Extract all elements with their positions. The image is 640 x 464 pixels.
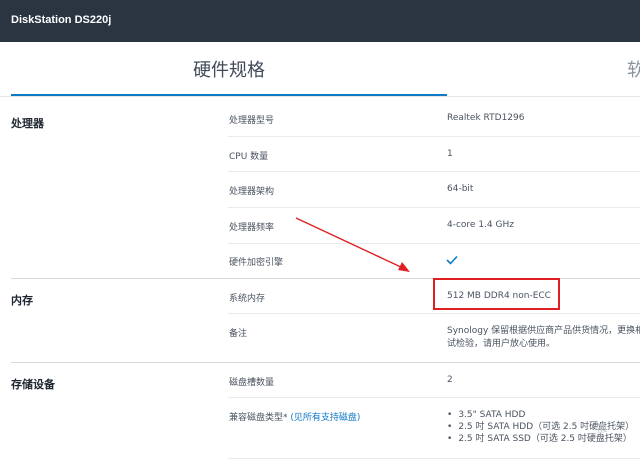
tab-bar: 硬件规格 软	[0, 42, 640, 97]
spec-label-drive-bays: 磁盘槽数量	[229, 378, 275, 388]
spec-value-note: Synology 保留根据供应商产品供货情况，更换相同或 试检验，请用户放心使用…	[447, 325, 640, 351]
row-divider	[228, 458, 640, 459]
section-divider	[11, 362, 640, 363]
annotation-highlight-box	[433, 278, 560, 310]
spec-label-cpu-arch: 处理器架构	[229, 187, 275, 197]
row-divider	[228, 313, 640, 314]
section-title-processor: 处理器	[11, 117, 44, 130]
note-line: Synology 保留根据供应商产品供货情况，更换相同或	[447, 326, 640, 336]
spec-value-cpu-freq: 4-core 1.4 GHz	[447, 220, 514, 230]
check-icon	[446, 255, 458, 265]
row-divider	[228, 136, 640, 137]
compatible-drives-label: 兼容磁盘类型*	[229, 413, 288, 423]
spec-value-cpu-model: Realtek RTD1296	[447, 113, 525, 123]
row-divider	[228, 207, 640, 208]
tab-software-specs[interactable]: 软	[627, 56, 640, 82]
spec-label-system-memory: 系统内存	[229, 294, 266, 304]
top-bar: DiskStation DS220j	[0, 0, 640, 42]
section-title-memory: 内存	[11, 294, 33, 307]
spec-label-crypto-engine: 硬件加密引擎	[229, 258, 284, 268]
active-tab-indicator	[11, 94, 447, 96]
list-item: 3.5" SATA HDD	[447, 409, 634, 421]
note-line: 试检验，请用户放心使用。	[447, 339, 556, 349]
tab-hardware-specs[interactable]: 硬件规格	[193, 56, 265, 82]
view-all-drives-link[interactable]: (见所有支持磁盘)	[290, 413, 360, 423]
spec-label-cpu-model: 处理器型号	[229, 116, 275, 126]
row-divider	[228, 243, 640, 244]
section-title-storage: 存储设备	[11, 378, 55, 391]
row-divider	[228, 397, 640, 398]
spec-label-compatible-drives: 兼容磁盘类型* (见所有支持磁盘)	[229, 410, 360, 423]
spec-label-cpu-count: CPU 数量	[229, 152, 269, 162]
spec-value-cpu-count: 1	[447, 149, 453, 159]
spec-label-cpu-freq: 处理器频率	[229, 223, 275, 233]
spec-label-note: 备注	[229, 329, 248, 339]
row-divider	[228, 171, 640, 172]
spec-value-drive-bays: 2	[447, 375, 453, 385]
device-title: DiskStation DS220j	[11, 14, 112, 26]
spec-value-cpu-arch: 64-bit	[447, 184, 474, 194]
